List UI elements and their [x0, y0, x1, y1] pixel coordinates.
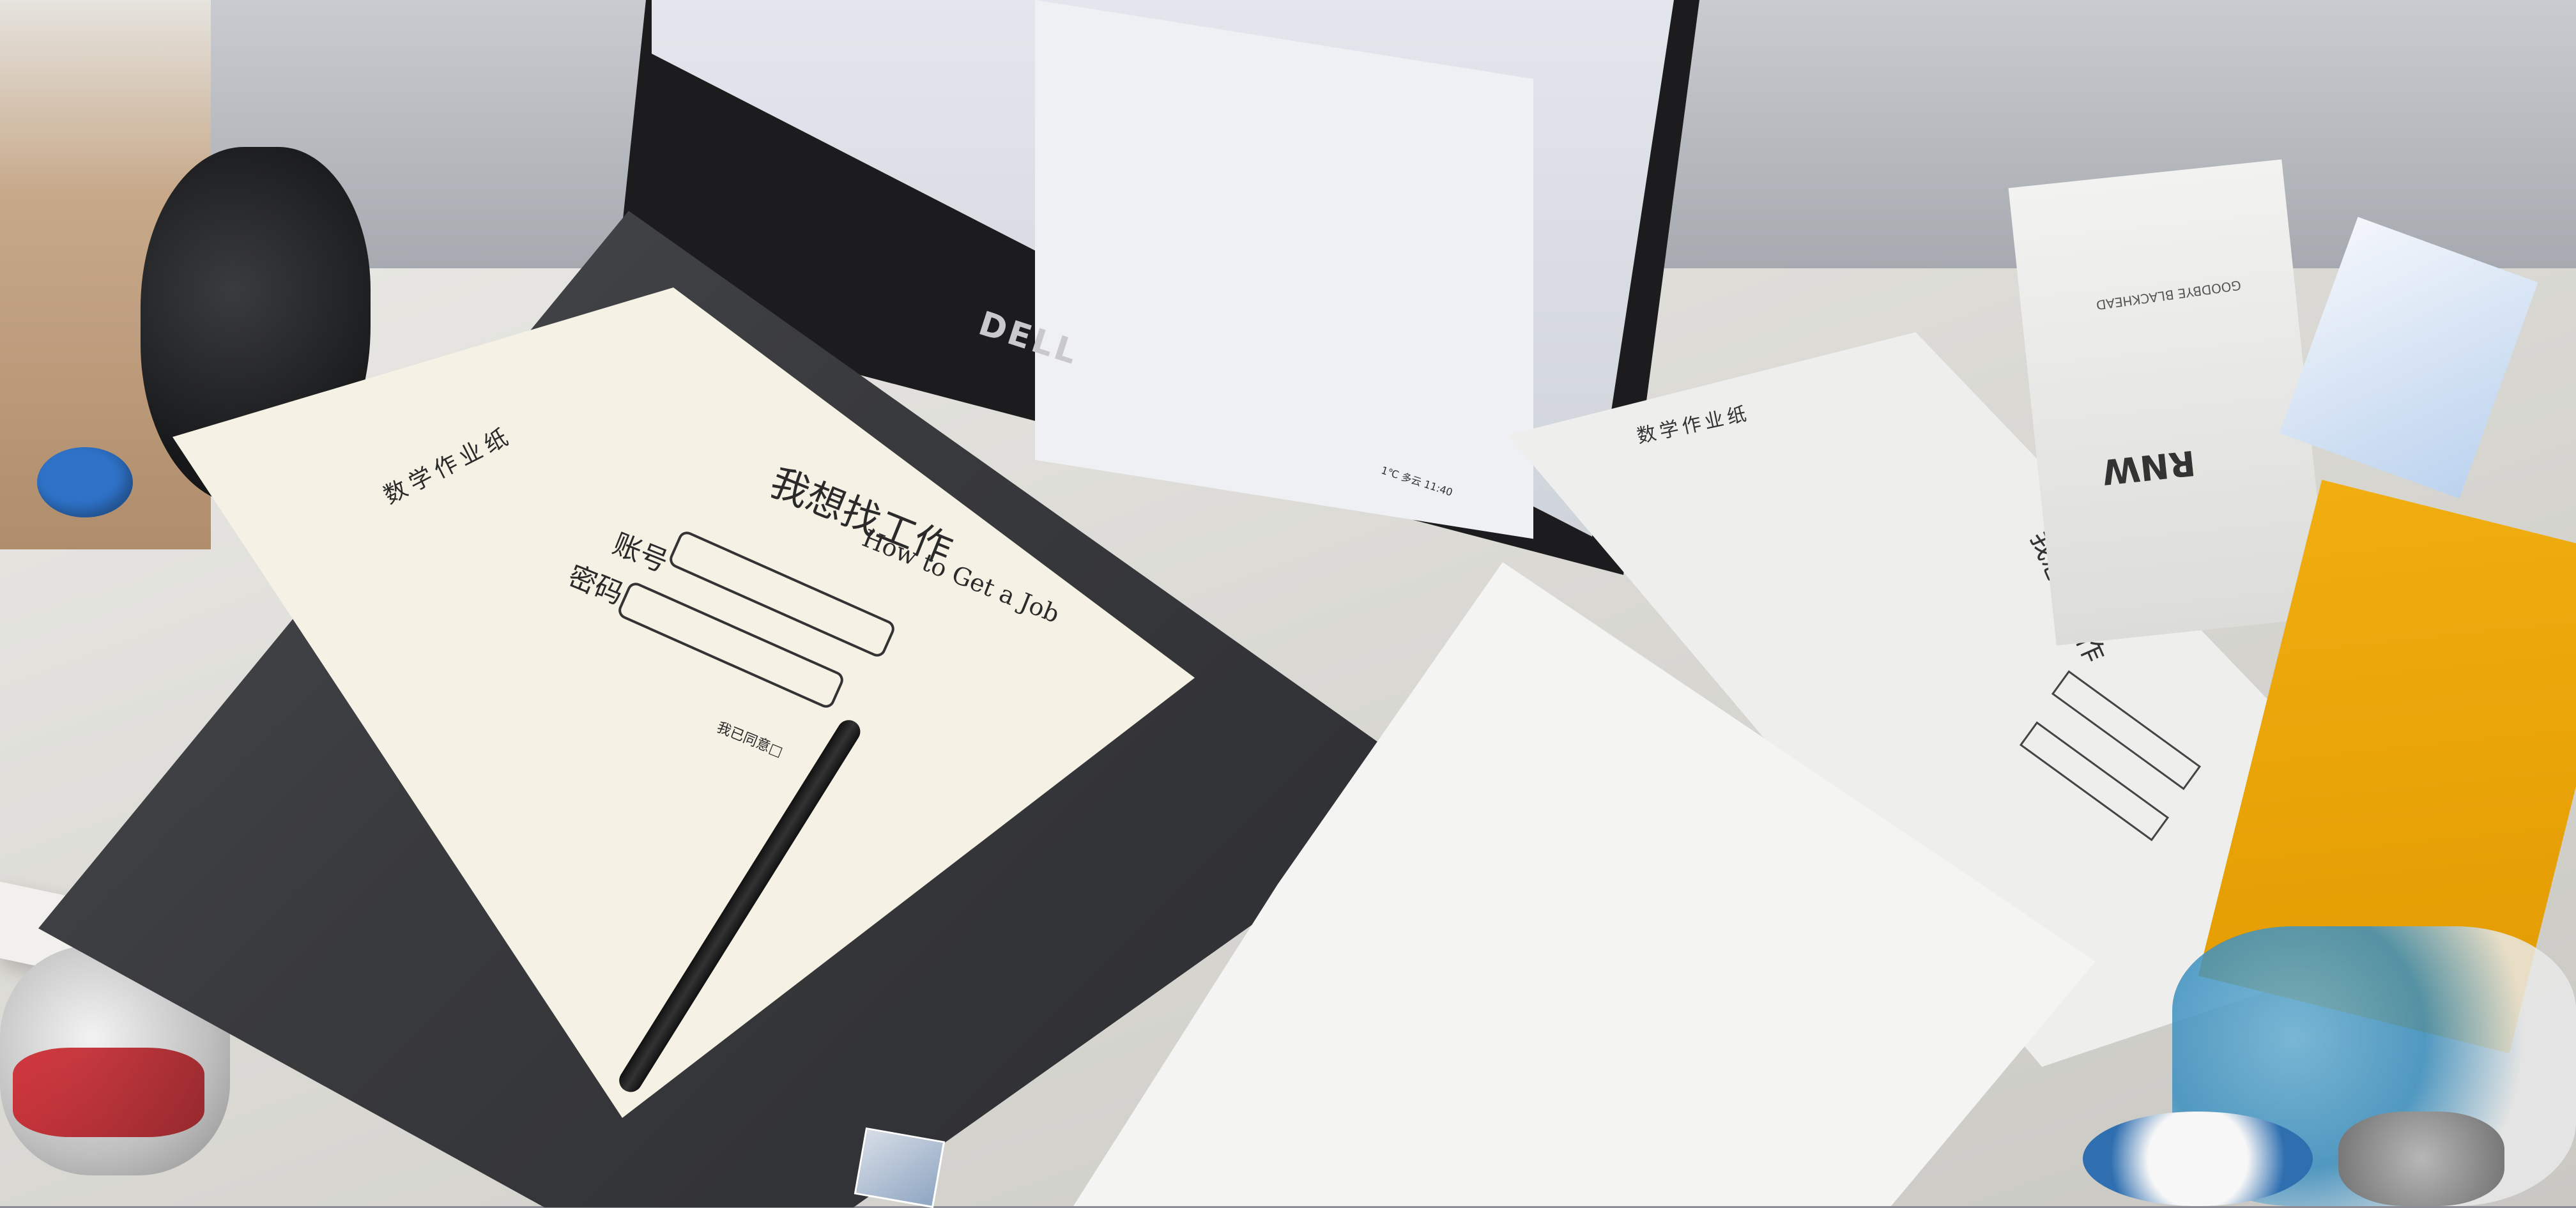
- blue-bottle-cap: [37, 447, 133, 517]
- plastic-bag-print: [13, 1048, 204, 1137]
- round-mirror: [2083, 1112, 2313, 1206]
- intel-badge: [854, 1127, 946, 1208]
- wrist-watch: [2338, 1112, 2504, 1206]
- document-page-on-screen: [1035, 0, 1533, 539]
- product-box: [2008, 159, 2330, 646]
